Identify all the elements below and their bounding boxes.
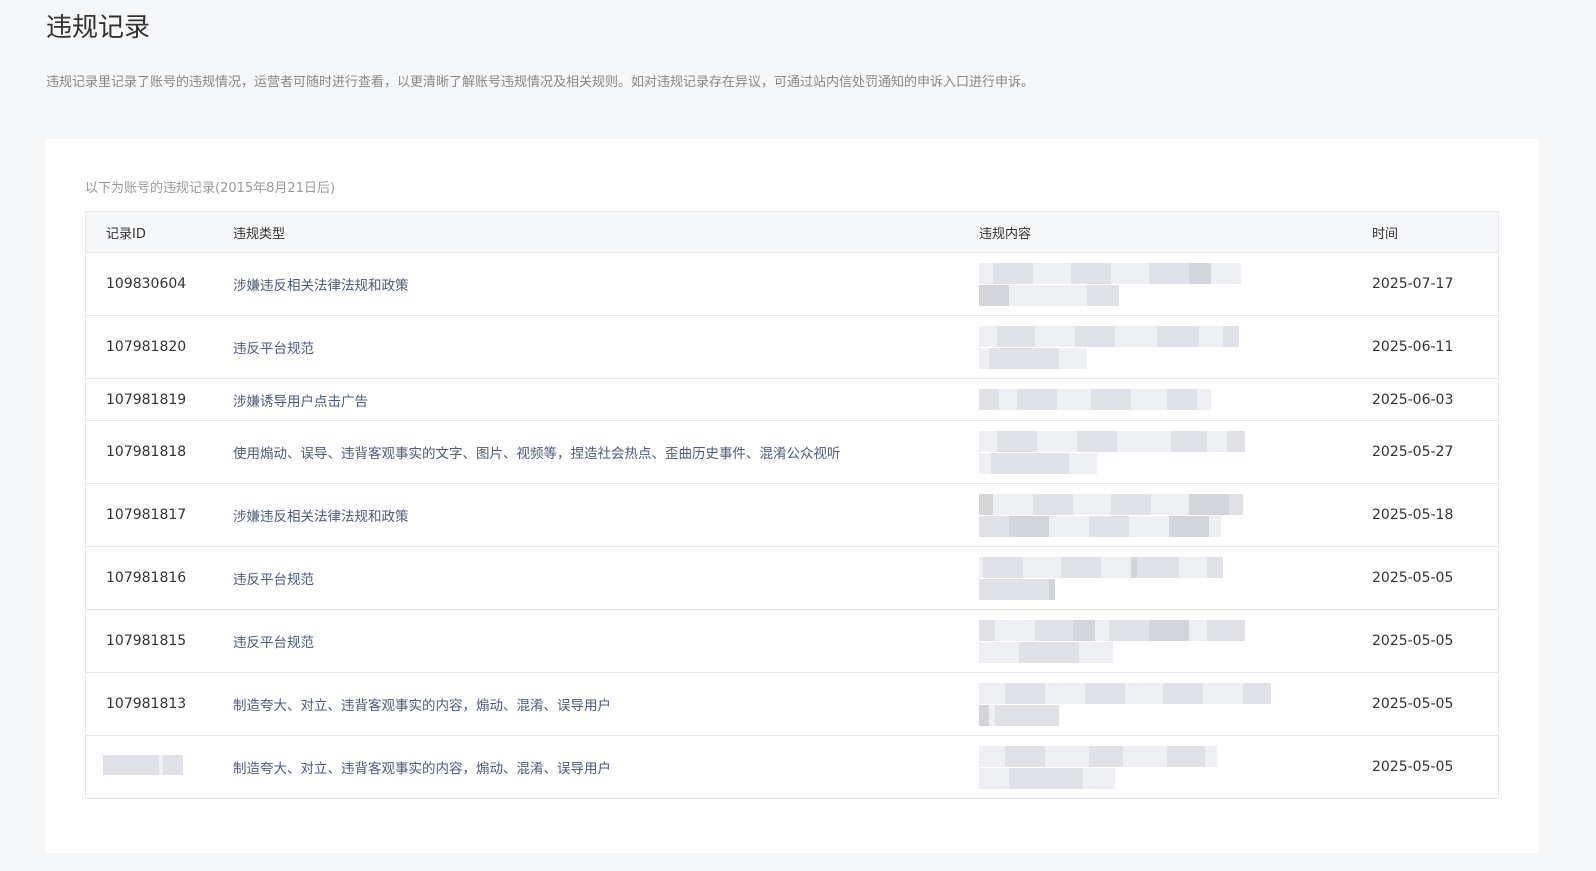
page-description: 违规记录里记录了账号的违规情况，运营者可随时进行查看，以更清晰了解账号违规情况及… xyxy=(46,75,1035,90)
record-id: 107981820 xyxy=(106,339,187,355)
redacted-record-id xyxy=(103,755,183,775)
record-id: 107981818 xyxy=(106,444,187,460)
violation-type: 涉嫌诱导用户点击广告 xyxy=(233,393,368,410)
record-id: 107981815 xyxy=(106,633,187,649)
redacted-content xyxy=(979,262,1372,307)
table-row: 107981818 使用煽动、误导、违背客观事实的文字、图片、视频等，捏造社会热点… xyxy=(86,421,1498,484)
violation-time: 2025-06-11 xyxy=(1372,339,1454,355)
violation-time: 2025-05-05 xyxy=(1372,696,1454,712)
violation-type: 违反平台规范 xyxy=(233,341,314,357)
redacted-content xyxy=(979,682,1372,727)
redacted-content-line xyxy=(979,430,1372,452)
violation-time: 2025-05-18 xyxy=(1372,507,1454,523)
redacted-content xyxy=(979,556,1372,601)
redacted-content-line xyxy=(979,452,1372,474)
violation-time: 2025-05-05 xyxy=(1372,633,1454,649)
record-id: 107981816 xyxy=(106,570,187,586)
column-header-type: 违规类型 xyxy=(233,226,286,242)
violation-type: 制造夸大、对立、违背客观事实的内容，煽动、混淆、误导用户 xyxy=(233,761,611,777)
redacted-content-line xyxy=(979,619,1372,641)
redacted-content-line xyxy=(979,493,1372,515)
record-id: 107981817 xyxy=(106,507,187,523)
violation-time: 2025-05-05 xyxy=(1372,570,1454,586)
violation-time: 2025-07-17 xyxy=(1372,276,1454,292)
redacted-content-line xyxy=(979,745,1372,767)
redacted-content xyxy=(979,325,1372,370)
table-body: 109830604 涉嫌违反相关法律法规和政策 2025-07-17 10798182… xyxy=(86,253,1498,798)
redacted-content-line xyxy=(979,641,1372,663)
violation-type: 违反平台规范 xyxy=(233,635,314,651)
redacted-content-line xyxy=(979,704,1372,726)
column-header-content: 违规内容 xyxy=(979,226,1032,242)
redacted-content-line xyxy=(979,515,1372,537)
record-id: 109830604 xyxy=(106,276,187,292)
redacted-content xyxy=(979,619,1372,664)
violation-records-page: 违规记录 违规记录里记录了账号的违规情况，运营者可随时进行查看，以更清晰了解账号… xyxy=(0,0,1596,871)
table-row: 107981819 涉嫌诱导用户点击广告 2025-06-03 xyxy=(86,379,1498,421)
redacted-content-line xyxy=(979,682,1372,704)
violation-type: 涉嫌违反相关法律法规和政策 xyxy=(233,278,409,294)
redacted-content xyxy=(979,493,1372,538)
redacted-content-line xyxy=(979,347,1372,369)
table-row: 107981813 制造夸大、对立、违背客观事实的内容，煽动、混淆、误导用户 202… xyxy=(86,673,1498,736)
table-row: 107981816 违反平台规范 2025-05-05 xyxy=(86,547,1498,610)
redacted-content-line xyxy=(979,325,1372,347)
redacted-content-line xyxy=(979,389,1372,410)
table-row: 107981815 违反平台规范 2025-05-05 xyxy=(86,610,1498,673)
redacted-content-line xyxy=(979,262,1372,284)
redacted-content-line xyxy=(979,556,1372,578)
redacted-content-line xyxy=(979,767,1372,789)
records-table: 记录ID 违规类型 违规内容 时间 109830604 涉嫌违反相关法律法规和政策… xyxy=(85,211,1499,799)
column-header-id: 记录ID xyxy=(106,226,146,242)
record-id: 107981819 xyxy=(106,391,187,408)
table-row: 109830604 涉嫌违反相关法律法规和政策 2025-07-17 xyxy=(86,253,1498,316)
record-id xyxy=(86,755,233,779)
table-header: 记录ID 违规类型 违规内容 时间 xyxy=(86,212,1498,253)
column-header-time: 时间 xyxy=(1372,226,1399,242)
table-row: 107981817 涉嫌违反相关法律法规和政策 2025-05-18 xyxy=(86,484,1498,547)
violation-time: 2025-05-05 xyxy=(1372,759,1454,775)
records-card: 以下为账号的违规记录(2015年8月21日后) 记录ID 违规类型 违规内容 时… xyxy=(45,139,1539,853)
record-id: 107981813 xyxy=(106,696,187,712)
violation-type: 使用煽动、误导、违背客观事实的文字、图片、视频等，捏造社会热点、歪曲历史事件、混… xyxy=(233,446,841,462)
page-title: 违规记录 xyxy=(46,13,151,43)
table-row: 107981820 违反平台规范 2025-06-11 xyxy=(86,316,1498,379)
violation-time: 2025-06-03 xyxy=(1372,391,1454,408)
violation-type: 涉嫌违反相关法律法规和政策 xyxy=(233,509,409,525)
violation-time: 2025-05-27 xyxy=(1372,444,1454,460)
redacted-content xyxy=(979,745,1372,790)
redacted-content-line xyxy=(979,284,1372,306)
violation-type: 制造夸大、对立、违背客观事实的内容，煽动、混淆、误导用户 xyxy=(233,698,611,714)
records-caption: 以下为账号的违规记录(2015年8月21日后) xyxy=(85,181,336,196)
violation-type: 违反平台规范 xyxy=(233,572,314,588)
table-row: 制造夸大、对立、违背客观事实的内容，煽动、混淆、误导用户 2025-05-05 xyxy=(86,736,1498,798)
redacted-content xyxy=(979,388,1372,411)
redacted-content xyxy=(979,430,1372,475)
redacted-content-line xyxy=(979,578,1372,600)
